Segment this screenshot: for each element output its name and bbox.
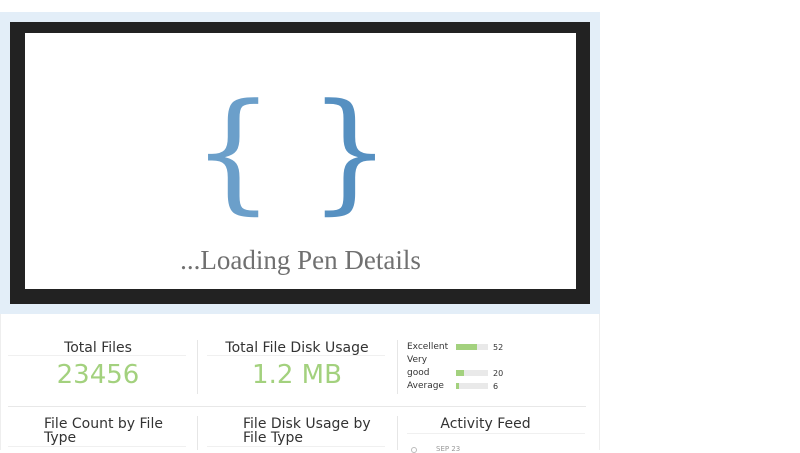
disk-usage-title: Total File Disk Usage <box>225 340 369 356</box>
rating-label-average: Average <box>407 381 444 391</box>
rating-count-very-good: 20 <box>493 369 504 378</box>
divider <box>207 355 385 356</box>
timeline-dot-icon <box>411 447 417 453</box>
column-divider <box>197 340 198 394</box>
column-divider <box>197 416 198 450</box>
disk-usage-value: 1.2 MB <box>252 360 342 390</box>
rating-bar-average <box>456 383 488 389</box>
rating-label-very: Very <box>407 355 428 365</box>
divider <box>207 446 385 447</box>
column-divider <box>397 340 398 394</box>
rating-label-excellent: Excellent <box>407 342 449 352</box>
row-divider <box>8 406 586 407</box>
codepen-braces-icon: {} <box>25 81 576 221</box>
rating-count-average: 6 <box>493 382 499 391</box>
total-files-title: Total Files <box>64 340 132 356</box>
column-divider <box>397 416 398 450</box>
pen-preview[interactable]: {} ...Loading Pen Details <box>25 33 576 289</box>
close-brace: } <box>308 75 410 227</box>
rating-bar-very-good <box>456 370 488 376</box>
loading-text: ...Loading Pen Details <box>180 245 421 275</box>
file-disk-title: File Disk Usage by File Type <box>243 416 371 446</box>
divider <box>407 433 585 434</box>
rating-bar-excellent <box>456 344 488 350</box>
rating-fill <box>456 370 464 376</box>
rating-fill <box>456 383 459 389</box>
rating-fill <box>456 344 477 350</box>
file-count-title: File Count by File Type <box>44 416 163 446</box>
open-brace: { <box>191 75 293 227</box>
rating-count-excellent: 52 <box>493 343 504 352</box>
total-files-value: 23456 <box>56 360 140 390</box>
divider <box>8 446 186 447</box>
activity-feed-title: Activity Feed <box>440 416 531 432</box>
divider <box>8 355 186 356</box>
activity-date: SEP 23 <box>436 445 461 453</box>
rating-label-good: good <box>407 368 430 378</box>
